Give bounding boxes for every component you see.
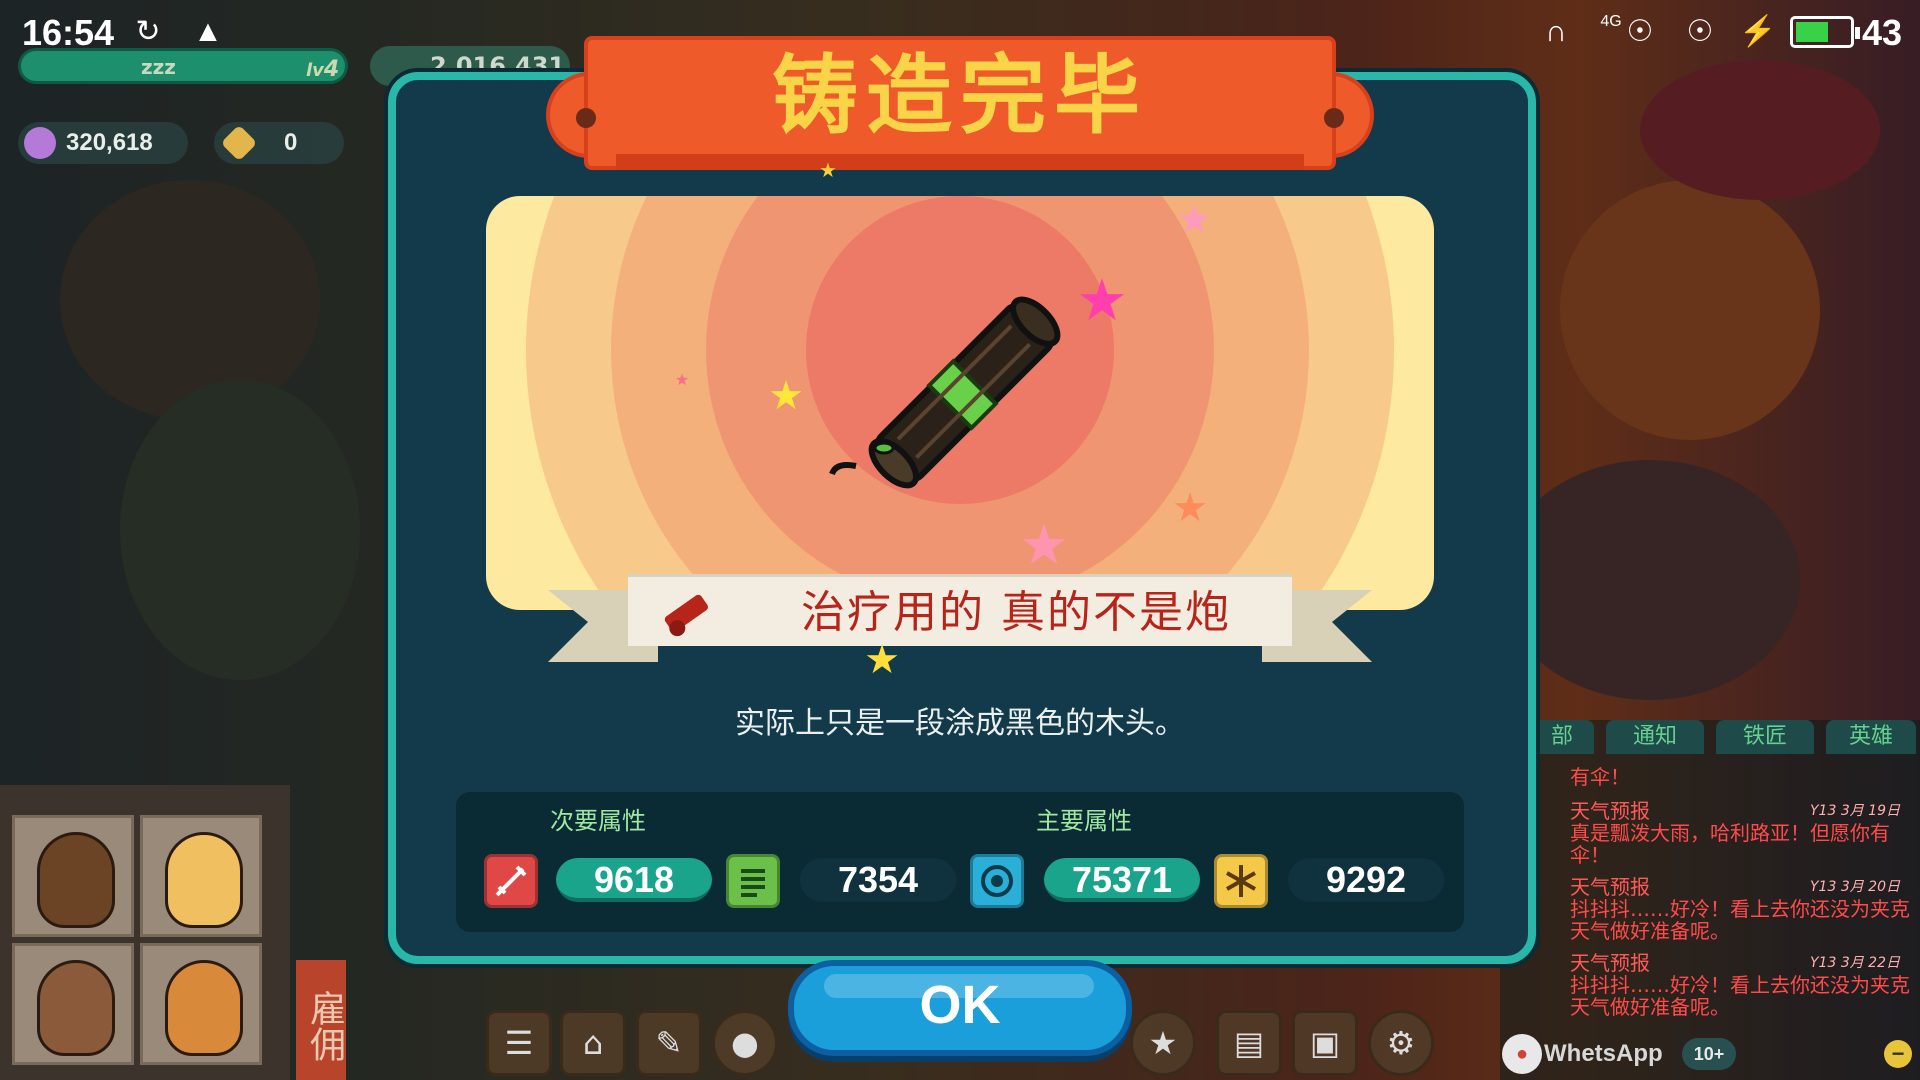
chat-message-body: 有伞！ <box>1570 765 1630 789</box>
log-cannon-icon <box>829 296 1061 489</box>
item-name: 治疗用的 真的不是炮 <box>801 587 1231 638</box>
list-icon <box>726 854 780 908</box>
target-icon <box>970 854 1024 908</box>
stat-value-list: 7354 <box>800 858 956 902</box>
potion-icon[interactable]: ● <box>712 1010 778 1076</box>
hire-tab[interactable]: 雇佣 <box>296 960 346 1080</box>
penguin-icon: ▲ <box>193 15 223 48</box>
level-text: zzz <box>141 55 176 79</box>
planet-icon: ☉ <box>1626 15 1654 48</box>
hero-portrait[interactable] <box>12 815 134 937</box>
chat-message-date: Y13 3月 22日 <box>1810 955 1900 971</box>
hero-portrait[interactable] <box>12 943 134 1065</box>
chat-message: 有伞！ <box>1570 766 1910 788</box>
battery-level: 43 <box>1862 12 1903 53</box>
primary-stats-label: 主要属性 <box>1036 807 1132 835</box>
gem-value: 320,618 <box>66 129 153 156</box>
stat-value-sword: 9618 <box>556 858 712 902</box>
headphones-icon: ∩ <box>1545 15 1567 48</box>
hero-portrait[interactable] <box>140 943 262 1065</box>
chat-message: 天气预报 抖抖抖……好冷！看上去你还没为夹克天气做好准备呢。 Y13 3月 20… <box>1570 876 1910 942</box>
ok-button[interactable]: OK <box>788 960 1132 1056</box>
chat-message: 天气预报 真是瓢泼大雨，哈利路亚！但愿你有伞！ Y13 3月 19日 <box>1570 800 1910 866</box>
pen-icon[interactable]: ✎ <box>636 1010 702 1076</box>
cannon-icon <box>664 594 709 637</box>
game-screen: 16:54 ↻ ▲ ∩ 4G ☉ ☉ ⚡ 43 zzz lv4 2,016,43… <box>0 0 1920 1080</box>
star-icon: ★ <box>674 370 690 389</box>
gear-icon[interactable]: ⚙ <box>1368 1010 1434 1076</box>
chat-message-body: 抖抖抖……好冷！看上去你还没为夹克天气做好准备呢。 <box>1570 973 1910 1019</box>
level-number: 4 <box>323 57 340 82</box>
tag-value: 0 <box>284 129 298 156</box>
planet-alt-icon: ☉ <box>1686 15 1714 48</box>
star-icon: ★ <box>864 637 900 683</box>
chat-tab-all[interactable]: 部 <box>1530 720 1594 754</box>
notification-count: 10+ <box>1682 1038 1736 1070</box>
item-name-banner: 治疗用的 真的不是炮 <box>628 574 1292 646</box>
notification-bar[interactable]: ● WhetsApp 10+ − <box>1502 1032 1912 1076</box>
notification-app: WhetsApp <box>1544 1040 1663 1067</box>
stats-panel: 次要属性 主要属性 9618 7354 75371 9292 <box>456 792 1464 932</box>
gem-counter[interactable]: 320,618 <box>18 122 188 164</box>
app-icon: ● <box>1502 1034 1542 1074</box>
collapse-icon[interactable]: − <box>1884 1040 1912 1068</box>
chat-message-date: Y13 3月 19日 <box>1810 803 1900 819</box>
battery-icon <box>1790 16 1860 48</box>
level-badge: lv4 <box>290 48 342 92</box>
shop-icon[interactable]: ⌂ <box>560 1010 626 1076</box>
chat-tab-blacksmith[interactable]: 铁匠 <box>1716 720 1814 754</box>
level-prefix-icon: lv <box>306 60 324 81</box>
star-icon: ★ <box>819 158 837 182</box>
hero-portraits <box>0 785 290 1080</box>
star-icon: ★ <box>1076 266 1128 334</box>
item-artwork: ★ ★ ★ ★ ★ ★ <box>486 196 1434 610</box>
tag-icon <box>220 124 258 162</box>
sword-icon <box>484 854 538 908</box>
gem-icon <box>24 127 56 159</box>
stat-value-snowflake: 9292 <box>1288 858 1444 902</box>
book-icon[interactable]: ▤ <box>1216 1010 1282 1076</box>
star-icon: ★ <box>1176 197 1212 243</box>
chart-icon[interactable]: ☰ <box>486 1010 552 1076</box>
star-icon: ★ <box>768 373 804 419</box>
star-icon: ★ <box>1018 513 1070 578</box>
chat-tab-hero[interactable]: 英雄 <box>1826 720 1916 754</box>
dialog-title: 铸造完毕 <box>772 46 1148 146</box>
chat-tab-notice[interactable]: 通知 <box>1606 720 1704 754</box>
ok-button-label: OK <box>919 975 1001 1035</box>
chat-message-body: 抖抖抖……好冷！看上去你还没为夹克天气做好准备呢。 <box>1570 897 1910 943</box>
chat-panel: 部 通知 铁匠 英雄 有伞！ 天气预报 真是瓢泼大雨，哈利路亚！但愿你有伞！ Y… <box>1500 720 1920 1080</box>
chat-message-date: Y13 3月 20日 <box>1810 879 1900 895</box>
hero-portrait[interactable] <box>140 815 262 937</box>
sync-icon: ↻ <box>135 15 161 48</box>
chat-message: 天气预报 抖抖抖……好冷！看上去你还没为夹克天气做好准备呢。 Y13 3月 22… <box>1570 952 1910 1018</box>
star-icon: ★ <box>1172 485 1208 531</box>
stat-value-target: 75371 <box>1044 858 1200 902</box>
item-description: 实际上只是一段涂成黑色的木头。 <box>735 706 1185 741</box>
globe-icon[interactable]: ★ <box>1130 1010 1196 1076</box>
tag-counter[interactable]: 0 <box>214 122 344 164</box>
chat-message-body: 真是瓢泼大雨，哈利路亚！但愿你有伞！ <box>1570 821 1890 867</box>
snowflake-icon <box>1214 854 1268 908</box>
secondary-stats-label: 次要属性 <box>550 807 646 835</box>
chest-icon[interactable]: ▣ <box>1292 1010 1358 1076</box>
charging-icon: ⚡ <box>1739 15 1777 48</box>
title-ribbon: 铸造完毕 <box>546 36 1374 170</box>
